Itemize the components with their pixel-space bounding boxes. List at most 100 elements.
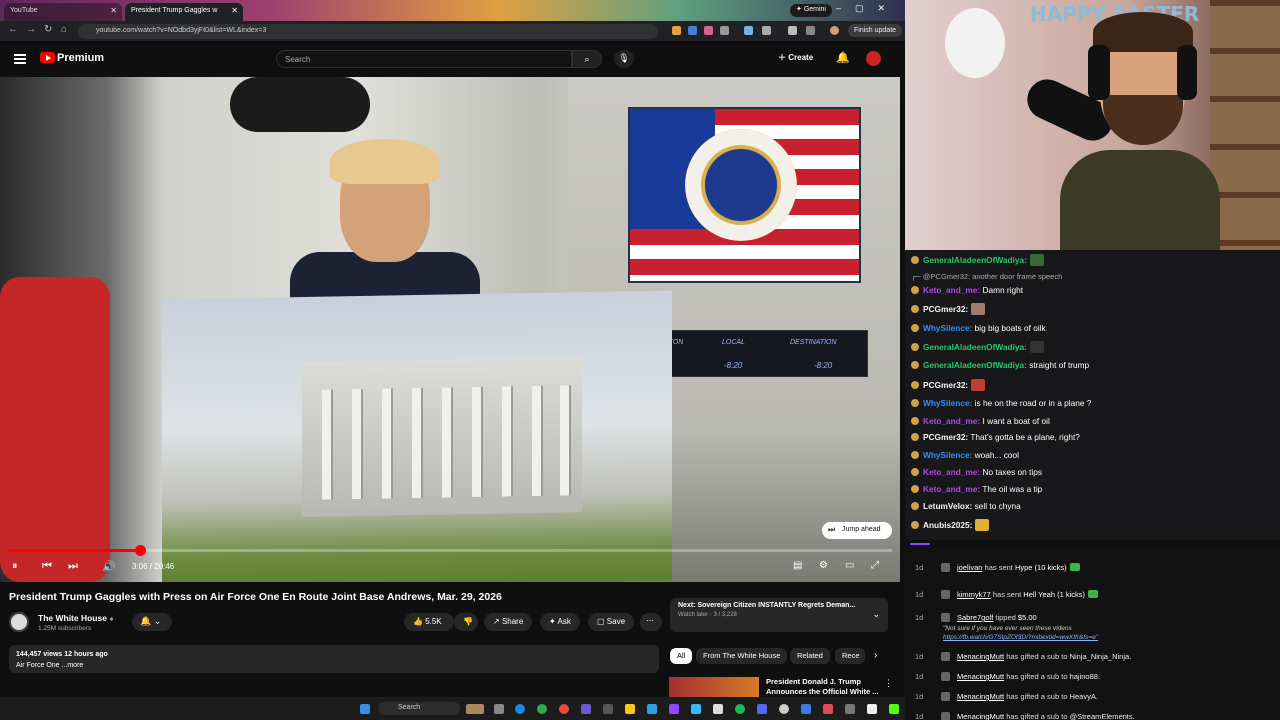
chat-username[interactable]: Keto_and_me: — [923, 285, 980, 295]
forward-icon[interactable]: → — [26, 24, 36, 35]
reload-icon[interactable]: ↻ — [44, 24, 52, 35]
extension-icon[interactable] — [744, 26, 753, 35]
app-icon[interactable] — [779, 704, 789, 714]
search-icon[interactable]: ⌕ — [572, 50, 602, 68]
task-view-icon[interactable] — [494, 704, 504, 714]
chat-username[interactable]: WhySilence: — [923, 398, 972, 408]
app-icon[interactable] — [867, 704, 877, 714]
app-icon[interactable] — [647, 704, 657, 714]
chat-username[interactable]: LetumVelox: — [923, 501, 972, 511]
extension-icon[interactable] — [762, 26, 771, 35]
dislike-button[interactable]: 👎 — [454, 613, 478, 631]
close-icon[interactable]: ✕ — [110, 6, 117, 15]
extension-icon[interactable] — [806, 26, 815, 35]
ask-button[interactable]: ✦ Ask — [540, 613, 580, 631]
gemini-button[interactable]: ✦ Gemini — [790, 4, 832, 17]
app-icon[interactable] — [669, 704, 679, 714]
settings-gear-icon[interactable]: ⚙ — [819, 560, 828, 571]
recommended-title[interactable]: President Donald J. Trump Announces the … — [766, 677, 884, 697]
window-controls[interactable]: –▢✕ — [836, 3, 899, 14]
chrome-icon[interactable] — [537, 704, 547, 714]
subtitles-icon[interactable]: ▤ — [793, 560, 802, 571]
event-username[interactable]: MenacingMutt — [957, 712, 1004, 720]
event-username[interactable]: Sabre7golf — [957, 613, 993, 622]
chevron-right-icon[interactable]: › — [874, 650, 877, 661]
theater-mode-icon[interactable]: ▭ — [845, 560, 854, 571]
video-player[interactable]: STON LOCAL DESTINATION 0 -8:20 -8:20 — [0, 77, 900, 582]
back-icon[interactable]: ← — [8, 24, 18, 35]
fullscreen-icon[interactable]: ⤢ — [871, 560, 879, 571]
close-icon[interactable]: ✕ — [231, 6, 238, 15]
chip-from-channel[interactable]: From The White House — [696, 648, 788, 664]
finish-update-button[interactable]: Finish update — [848, 24, 903, 37]
chat-username[interactable]: Keto_and_me: — [923, 484, 980, 494]
pause-icon[interactable]: ⏸ — [12, 560, 18, 573]
search-input[interactable]: Search — [276, 50, 572, 68]
menu-icon[interactable] — [14, 54, 26, 64]
extension-icon[interactable] — [672, 26, 681, 35]
description-box[interactable]: 144,457 views 12 hours ago Air Force One… — [9, 645, 659, 673]
event-username[interactable]: MenacingMutt — [957, 652, 1004, 661]
home-icon[interactable]: ⌂ — [61, 24, 67, 35]
windows-start-icon[interactable] — [360, 704, 370, 714]
app-icon[interactable] — [823, 704, 833, 714]
profile-avatar[interactable] — [830, 26, 839, 35]
chat-username[interactable]: WhySilence: — [923, 323, 972, 333]
app-icon[interactable] — [801, 704, 811, 714]
event-username[interactable]: MenacingMutt — [957, 692, 1004, 701]
discord-icon[interactable] — [757, 704, 767, 714]
chat-username[interactable]: Keto_and_me: — [923, 467, 980, 477]
progress-knob[interactable] — [134, 545, 146, 556]
url-field[interactable]: youtube.com/watch?v=NOdbd3yjFt0&list=WL&… — [78, 24, 658, 39]
chat-username[interactable]: WhySilence: — [923, 450, 972, 460]
app-icon[interactable] — [603, 704, 613, 714]
chat-username[interactable]: Anubis2025: — [923, 520, 972, 530]
extension-icon[interactable] — [788, 26, 797, 35]
mic-icon[interactable]: 🎙 — [614, 50, 634, 68]
like-button[interactable]: 👍 5.5K — [404, 613, 454, 631]
tab-youtube[interactable]: YouTube ✕ — [4, 3, 122, 21]
chat-username[interactable]: PCGmer32: — [923, 380, 968, 390]
tab-active-video[interactable]: President Trump Gaggles w ✕ — [125, 3, 243, 21]
next-video-card[interactable]: Next: Sovereign Citizen INSTANTLY Regret… — [670, 598, 888, 632]
edge-icon[interactable] — [515, 704, 525, 714]
previous-icon[interactable]: ⏮ — [42, 560, 52, 573]
event-username[interactable]: joelivan — [957, 563, 982, 572]
more-actions-icon[interactable]: ⋯ — [640, 613, 662, 631]
chat-username[interactable]: PCGmer32: — [923, 432, 968, 442]
extension-icon[interactable] — [704, 26, 713, 35]
app-icon[interactable] — [559, 704, 569, 714]
chip-recent[interactable]: Rece — [835, 648, 865, 664]
event-username[interactable]: kimmyk77 — [957, 590, 991, 599]
channel-avatar[interactable] — [9, 612, 29, 632]
volume-icon[interactable]: 🔊 — [102, 560, 116, 573]
channel-name[interactable]: The White House ● — [38, 613, 114, 623]
extension-icon[interactable] — [688, 26, 697, 35]
more-vert-icon[interactable]: ⋮ — [884, 678, 893, 689]
extension-icon[interactable] — [720, 26, 729, 35]
subscribe-bell-button[interactable]: 🔔 ⌄ — [132, 613, 172, 631]
avatar[interactable] — [866, 51, 881, 66]
share-button[interactable]: ↗ Share — [484, 613, 533, 631]
app-icon[interactable] — [845, 704, 855, 714]
app-icon[interactable] — [581, 704, 591, 714]
event-username[interactable]: MenacingMutt — [957, 672, 1004, 681]
progress-bar[interactable] — [8, 545, 892, 556]
kick-icon[interactable] — [889, 704, 899, 714]
chat-username[interactable]: Keto_and_me: — [923, 416, 980, 426]
tip-link[interactable]: https://fb.watch/G7StpZOf3D/?mibextid=ww… — [943, 634, 1098, 641]
app-icon[interactable] — [691, 704, 701, 714]
file-explorer-icon[interactable] — [625, 704, 635, 714]
taskbar-search[interactable]: Search — [378, 702, 460, 715]
save-button[interactable]: ▢ Save — [588, 613, 635, 631]
jump-ahead-button[interactable]: Jump ahead — [822, 522, 892, 539]
create-button[interactable]: ＋ Create — [778, 52, 813, 63]
chip-all[interactable]: All — [670, 648, 693, 664]
app-icon[interactable] — [713, 704, 723, 714]
taskbar-widget-icon[interactable] — [466, 704, 484, 714]
spotify-icon[interactable] — [735, 704, 745, 714]
youtube-logo-icon[interactable] — [40, 52, 55, 63]
chat-username[interactable]: PCGmer32: — [923, 304, 968, 314]
chat-username[interactable]: GeneralAladeenOfWadiya: — [923, 360, 1027, 370]
chip-related[interactable]: Related — [790, 648, 830, 664]
